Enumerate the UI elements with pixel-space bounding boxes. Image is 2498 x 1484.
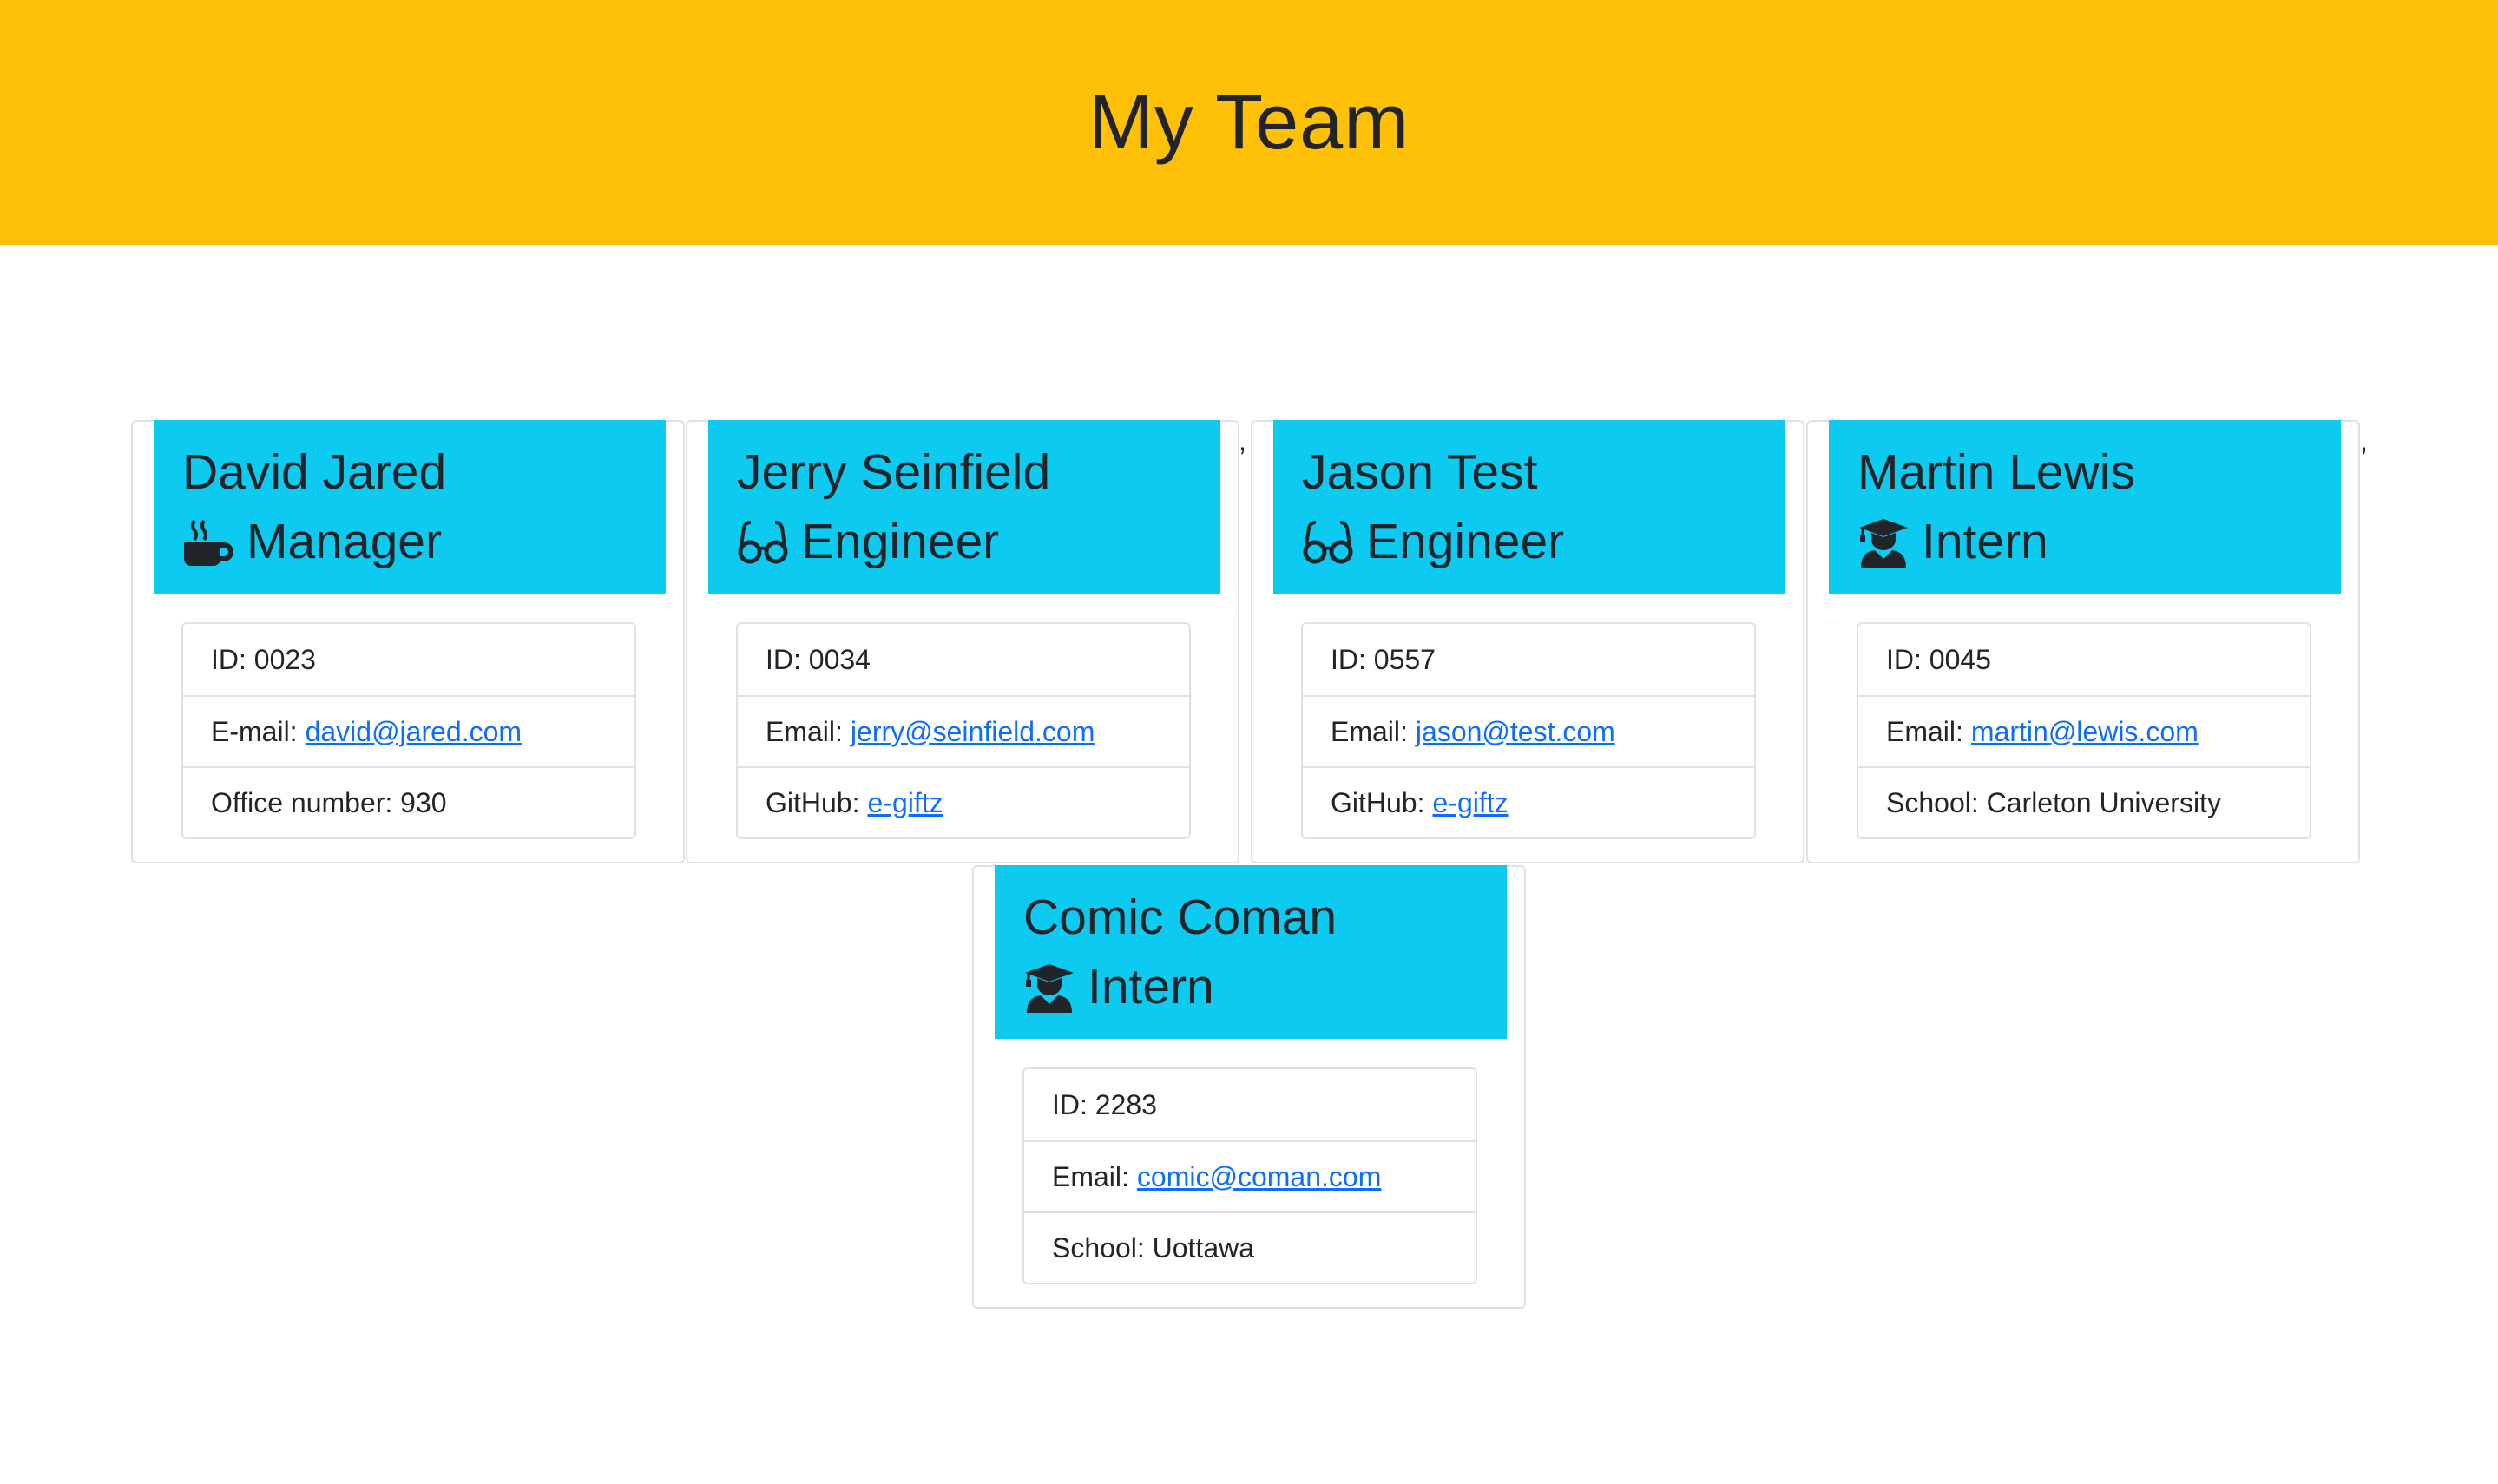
role-label: Engineer: [1366, 514, 1565, 569]
email-link[interactable]: comic@coman.com: [1137, 1161, 1381, 1193]
employee-card: David Jared Manager ID: 0023 E-mail: dav…: [131, 420, 685, 863]
employee-role: Engineer: [737, 507, 1192, 576]
office-number-text: Office number: 930: [211, 786, 447, 818]
employee-name: Jason Test: [1302, 444, 1538, 500]
school-item: School: Uottawa: [1024, 1211, 1476, 1283]
employee-name: David Jared: [182, 444, 447, 500]
github-label: GitHub:: [766, 786, 860, 818]
school-text: School: Carleton University: [1886, 786, 2221, 818]
info-list: ID: 0557 Email: jason@test.com GitHub: e…: [1301, 622, 1756, 839]
graduate-icon: [1857, 515, 1910, 568]
page-title: My Team: [1088, 78, 1410, 166]
id-item: ID: 2283: [1024, 1069, 1476, 1140]
card-header: David Jared Manager: [154, 420, 666, 594]
page-header: My Team: [0, 0, 2498, 245]
graduate-icon: [1023, 961, 1075, 1013]
employee-card: Comic Coman Intern ID: 2283 Email: comic…: [972, 865, 1526, 1309]
stray-comma: ,: [1239, 425, 1246, 456]
employee-role: Engineer: [1302, 507, 1757, 576]
id-text: ID: 0045: [1886, 643, 1991, 675]
role-label: Intern: [1922, 514, 2048, 569]
email-link[interactable]: david@jared.com: [306, 716, 522, 748]
info-list: ID: 2283 Email: comic@coman.com School: …: [1022, 1067, 1477, 1284]
employee-card: Jason Test Engineer ID: 0557 Email: jaso…: [1251, 420, 1804, 863]
id-item: ID: 0045: [1858, 624, 2310, 695]
id-item: ID: 0557: [1303, 624, 1754, 695]
employee-name: Jerry Seinfield: [737, 444, 1051, 500]
id-item: ID: 0034: [738, 624, 1189, 695]
github-item: GitHub: e-giftz: [738, 766, 1189, 837]
employee-role: Intern: [1857, 507, 2312, 576]
employee-role: Intern: [1023, 952, 1478, 1021]
email-item: Email: comic@coman.com: [1024, 1140, 1476, 1211]
employee-card: Jerry Seinfield Engineer ID: 0034 Email:…: [686, 420, 1239, 863]
school-text: School: Uottawa: [1052, 1231, 1255, 1264]
email-item: Email: jason@test.com: [1303, 695, 1754, 766]
email-label: E-mail:: [211, 715, 298, 747]
coffee-mug-icon: [182, 515, 234, 568]
email-label: Email:: [1052, 1160, 1129, 1192]
email-label: Email:: [1331, 715, 1408, 747]
github-link[interactable]: e-giftz: [867, 787, 943, 819]
email-label: Email:: [1886, 715, 1963, 747]
card-header: Comic Coman Intern: [995, 865, 1507, 1039]
card-header: Jerry Seinfield Engineer: [708, 420, 1220, 594]
email-link[interactable]: jerry@seinfield.com: [851, 716, 1095, 748]
role-label: Engineer: [801, 514, 1000, 569]
info-list: ID: 0045 Email: martin@lewis.com School:…: [1857, 622, 2311, 839]
id-text: ID: 0034: [766, 643, 871, 675]
email-link[interactable]: martin@lewis.com: [1971, 716, 2199, 748]
github-link[interactable]: e-giftz: [1432, 787, 1508, 819]
employee-name: Martin Lewis: [1857, 444, 2135, 500]
info-list: ID: 0034 Email: jerry@seinfield.com GitH…: [736, 622, 1191, 839]
email-label: Email:: [766, 715, 843, 747]
email-item: Email: martin@lewis.com: [1858, 695, 2310, 766]
school-item: School: Carleton University: [1858, 766, 2310, 837]
id-text: ID: 2283: [1052, 1088, 1157, 1120]
id-text: ID: 0023: [211, 643, 316, 675]
email-item: Email: jerry@seinfield.com: [738, 695, 1189, 766]
info-list: ID: 0023 E-mail: david@jared.com Office …: [181, 622, 636, 839]
github-label: GitHub:: [1331, 786, 1425, 818]
email-item: E-mail: david@jared.com: [183, 695, 634, 766]
glasses-icon: [737, 515, 789, 568]
employee-name: Comic Coman: [1023, 890, 1338, 945]
role-label: Intern: [1088, 959, 1214, 1015]
id-item: ID: 0023: [183, 624, 634, 695]
office-number-item: Office number: 930: [183, 766, 634, 837]
glasses-icon: [1302, 515, 1354, 568]
stray-comma: ,: [2360, 425, 2368, 456]
card-header: Martin Lewis Intern: [1829, 420, 2341, 594]
role-label: Manager: [247, 514, 442, 569]
employee-card: Martin Lewis Intern ID: 0045 Email: mart…: [1806, 420, 2360, 863]
employee-role: Manager: [182, 507, 637, 576]
id-text: ID: 0557: [1331, 643, 1436, 675]
card-header: Jason Test Engineer: [1273, 420, 1785, 594]
github-item: GitHub: e-giftz: [1303, 766, 1754, 837]
email-link[interactable]: jason@test.com: [1416, 716, 1615, 748]
